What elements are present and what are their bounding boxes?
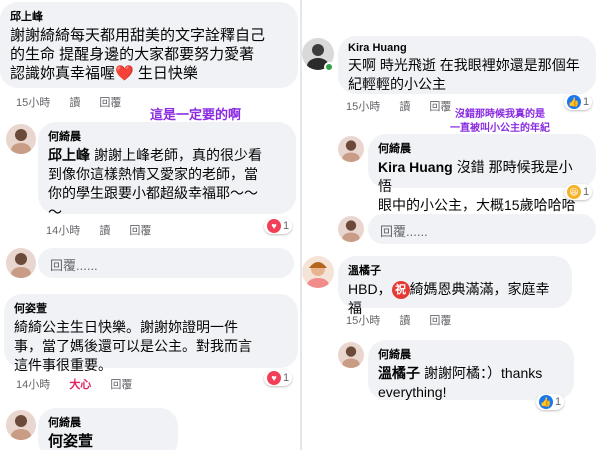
like-reaction-icon: 👍 <box>539 395 553 409</box>
comment-text: 謝謝綺綺每天都用甜美的文字詮釋自己 的生命 提醒身邊的大家都要努力愛著 認識妳真… <box>10 27 266 82</box>
reply-input[interactable]: 回覆...... <box>38 248 294 278</box>
comment-meta: 14小時 大心 回覆 <box>16 376 148 392</box>
heart-reaction-icon: ♥ <box>267 219 281 233</box>
heart-emoji: ❤️ <box>115 65 134 82</box>
comment-text: Kira Huang 沒錯 那時候我是小悟 眼中的小公主，大概15歲哈哈哈 <box>378 159 576 213</box>
commenter-name[interactable]: 何綺晨 <box>378 346 564 362</box>
mentioned-name[interactable]: 邱上峰 <box>48 147 90 163</box>
reaction-summary[interactable]: 😆 1 <box>564 184 593 200</box>
commenter-name[interactable]: 何綺晨 <box>48 128 286 144</box>
reply-bubble: 何綺晨 溫橘子 謝謝阿橘：）thanks everything! <box>368 340 574 400</box>
avatar-image <box>6 410 36 440</box>
reaction-summary[interactable]: 👍 1 <box>564 94 593 110</box>
comment-bubble: 邱上峰 謝謝綺綺每天都用甜美的文字詮釋自己 的生命 提醒身邊的大家都要努力愛著 … <box>0 2 298 88</box>
haha-reaction-icon: 😆 <box>567 185 581 199</box>
mentioned-name[interactable]: 何姿萱 <box>48 433 93 450</box>
avatar <box>6 248 36 278</box>
reply-bubble: 何綺晨 Kira Huang 沒錯 那時候我是小悟 眼中的小公主，大概15歲哈哈哈 <box>368 134 596 213</box>
love-reaction-link[interactable]: 大心 <box>69 379 91 391</box>
timestamp[interactable]: 14小時 <box>46 225 80 237</box>
avatar-image <box>338 136 364 162</box>
reply-link[interactable]: 回覆 <box>429 101 451 113</box>
mentioned-name[interactable]: 溫橘子 <box>378 365 420 381</box>
avatar[interactable] <box>302 256 334 288</box>
comment-text: 綺綺公主生日快樂。謝謝妳證明一件 事，當了媽後還可以是公主。對我而言 這件事很重… <box>14 319 252 373</box>
commenter-name[interactable]: 邱上峰 <box>10 8 288 24</box>
reply-link[interactable]: 回覆 <box>110 379 132 391</box>
comment-bubble: Kira Huang 天啊 時光飛逝 在我眼裡妳還是那個年 紀輕輕的小公主 <box>338 36 596 94</box>
avatar-image <box>338 216 364 242</box>
celebrate-sticker-icon: 祝 <box>391 281 410 300</box>
reply-link[interactable]: 回覆 <box>129 225 151 237</box>
comment-text: 天啊 時光飛逝 在我眼裡妳還是那個年 紀輕輕的小公主 <box>348 57 580 92</box>
avatar-image <box>6 124 36 154</box>
mentioned-name[interactable]: Kira Huang <box>378 159 453 175</box>
reaction-summary[interactable]: 👍 1 <box>536 394 565 410</box>
comment-text: 溫橘子 謝謝阿橘：）thanks everything! <box>378 365 543 400</box>
avatar[interactable] <box>338 342 364 368</box>
reaction-summary[interactable]: ♥ 1 <box>264 370 293 386</box>
reply-bubble: 何綺晨 邱上峰 謝謝上峰老師，真的很少看 到像你這樣熱情又愛家的老師，當 你的學生… <box>38 122 296 220</box>
like-link[interactable]: 讀 <box>399 315 410 327</box>
commenter-name[interactable]: 溫橘子 <box>348 262 562 278</box>
online-status-indicator <box>324 62 334 72</box>
reply-link[interactable]: 回覆 <box>429 315 451 327</box>
comment-meta: 14小時 讀 回覆 <box>46 222 167 238</box>
commenter-name[interactable]: 何綺晨 <box>48 414 168 430</box>
timestamp[interactable]: 14小時 <box>16 379 50 391</box>
commenter-name[interactable]: 何綺晨 <box>378 140 586 156</box>
avatar[interactable] <box>338 136 364 162</box>
reaction-summary[interactable]: ♥ 1 <box>264 218 293 234</box>
avatar[interactable] <box>6 410 36 440</box>
comment-meta: 15小時 讀 回覆 <box>16 94 137 110</box>
avatar-image <box>302 256 334 288</box>
left-comment-panel: 邱上峰 謝謝綺綺每天都用甜美的文字詮釋自己 的生命 提醒身邊的大家都要努力愛著 … <box>0 0 300 450</box>
like-link[interactable]: 讀 <box>69 97 80 109</box>
reply-input[interactable]: 回覆...... <box>368 214 596 244</box>
like-link[interactable]: 讀 <box>399 101 410 113</box>
like-reaction-icon: 👍 <box>567 95 581 109</box>
comment-bubble: 何姿萱 綺綺公主生日快樂。謝謝妳證明一件 事，當了媽後還可以是公主。對我而言 這… <box>4 294 298 373</box>
right-comment-panel: Kira Huang 天啊 時光飛逝 在我眼裡妳還是那個年 紀輕輕的小公主 15… <box>302 0 600 450</box>
timestamp[interactable]: 15小時 <box>346 101 380 113</box>
comment-text: 邱上峰 謝謝上峰老師，真的很少看 到像你這樣熱情又愛家的老師，當 你的學生跟要小都… <box>48 147 262 220</box>
handwritten-annotation: 沒錯那時候我真的是 一直被叫小公主的年紀 <box>450 109 550 134</box>
commenter-name[interactable]: Kira Huang <box>348 42 586 54</box>
like-link[interactable]: 讀 <box>99 225 110 237</box>
reply-bubble: 何綺晨 何姿萱 <box>38 408 178 450</box>
reply-link[interactable]: 回覆 <box>99 97 121 109</box>
timestamp[interactable]: 15小時 <box>346 315 380 327</box>
commenter-name[interactable]: 何姿萱 <box>14 300 288 316</box>
handwritten-annotation: 這是一定要的啊 <box>150 107 242 122</box>
avatar-image <box>338 342 364 368</box>
heart-reaction-icon: ♥ <box>267 371 281 385</box>
avatar-image <box>6 248 36 278</box>
comment-meta: 15小時 讀 回覆 <box>346 312 467 328</box>
comment-bubble: 溫橘子 HBD，祝綺媽恩典滿滿，家庭幸福 <box>338 256 572 316</box>
avatar <box>338 216 364 242</box>
timestamp[interactable]: 15小時 <box>16 97 50 109</box>
avatar[interactable] <box>6 124 36 154</box>
comment-text: 何姿萱 <box>48 432 168 450</box>
